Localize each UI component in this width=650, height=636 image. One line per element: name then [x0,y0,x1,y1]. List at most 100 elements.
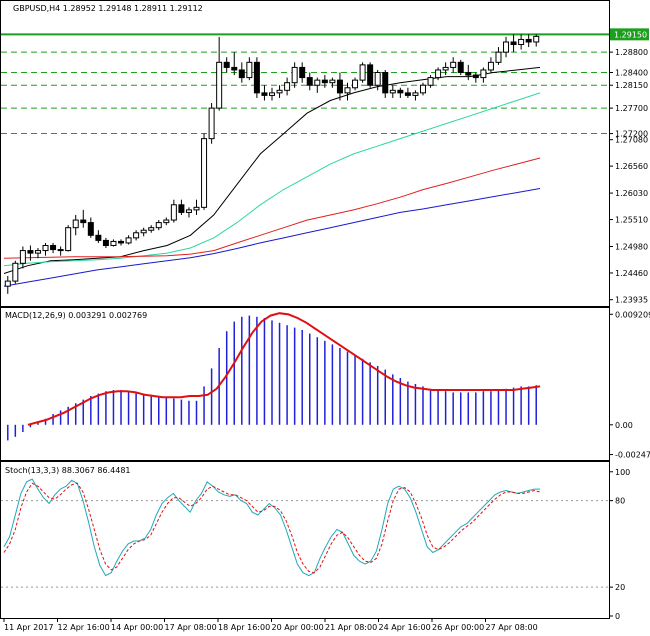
candle-body [208,107,215,140]
candle-body [57,249,64,252]
price-tick-label: 1.26560 [615,162,648,171]
price-tick-label: 1.28400 [615,69,648,78]
candle-body [306,77,313,86]
candle-body [185,209,192,213]
candle-body [525,38,532,43]
candle-body [374,72,381,86]
candle-body [299,66,306,79]
stoch-tick-label: 100 [615,468,630,477]
candle-body [533,35,540,43]
candle-body [133,232,140,239]
candle-body [472,74,479,79]
candle-body [246,61,253,79]
candle-body [34,250,41,254]
candle-body [389,89,396,94]
macd-tick-label: 0.00 [615,421,633,430]
candle-body [480,69,487,79]
candle-body [291,66,298,84]
candle-body [110,240,117,246]
candle-body [412,92,419,96]
candle-body [163,219,170,224]
stoch-tick-label: 20 [615,583,625,592]
candle-body [359,64,366,81]
stoch-panel-title: Stoch(13,3,3) 88.3067 86.4481 [5,466,131,475]
price-panel-title: GBPUSD,H4 1.28952 1.29148 1.28911 1.2911… [13,4,203,13]
macd-tick-label: -0.002479 [615,451,650,460]
candle-body [65,227,72,252]
price-tick-label: 1.24460 [615,269,648,278]
price-tick-label: 1.23935 [615,296,648,305]
time-tick-label: 27 Apr 08:00 [486,623,538,632]
price-tick-label: 1.25510 [615,216,648,225]
candle-body [457,61,464,74]
time-tick-label: 14 Apr 00:00 [111,623,163,632]
candle-body [170,204,177,221]
time-tick-label: 24 Apr 16:00 [379,623,431,632]
candle-body [72,219,79,229]
candle-body [495,51,502,63]
candle-body [80,219,87,224]
candle-body [465,72,472,76]
macd-panel-frame [0,307,610,461]
candle-body [450,61,457,68]
candle-body [155,222,162,229]
chart-canvas: 1.291501.288001.284001.281501.277001.272… [0,0,650,632]
candle-body [178,204,185,213]
time-tick-label: 17 Apr 08:00 [165,623,217,632]
candle-body [329,79,336,84]
candle-body [435,69,442,79]
time-tick-label: 26 Apr 00:00 [432,623,484,632]
candle-body [19,250,26,264]
price-tick-label: 1.24980 [615,243,648,252]
candle-body [314,79,321,86]
candle-body [27,250,34,254]
candle-body [427,77,434,86]
candle-body [42,244,49,252]
candle-body [336,79,343,94]
candle-body [102,239,109,246]
stoch-tick-label: 0 [615,612,620,621]
candle-body [269,92,275,96]
candle-body [238,69,245,79]
stoch-tick-label: 80 [615,497,625,506]
candle-body [140,229,147,234]
candle-body [344,87,351,94]
price-tick-label: 1.27080 [615,136,648,145]
macd-tick-label: 0.009209 [615,310,650,319]
candle-body [518,38,525,46]
candle-body [382,72,389,94]
candle-body [510,41,517,46]
current-price-label: 1.29150 [614,30,647,39]
candle-body [95,234,102,241]
macd-panel-title: MACD(12,26,9) 0.003291 0.002769 [5,311,147,320]
candle-body [50,244,57,251]
candle-body [352,79,359,89]
time-tick-label: 11 Apr 2017 [4,623,53,632]
time-tick-label: 18 Apr 16:00 [218,623,270,632]
candle-body [125,237,132,244]
candle-body [503,41,510,53]
price-tick-label: 1.26030 [615,189,648,198]
candle-body [4,280,11,287]
candle-body [118,240,125,244]
candle-body [12,262,19,282]
price-tick-label: 1.28150 [615,81,648,90]
price-tick-label: 1.27700 [615,104,648,113]
candle-body [419,84,426,94]
stoch-panel-frame [0,461,610,619]
candle-body [148,227,155,231]
price-panel-frame [0,0,610,307]
candle-body [193,206,200,211]
time-tick-label: 12 Apr 16:00 [58,623,110,632]
time-tick-label: 21 Apr 08:00 [325,623,377,632]
candle-body [201,138,208,208]
candle-body [261,92,268,96]
candle-body [223,61,230,68]
candle-body [276,89,283,94]
candle-body [231,66,238,71]
candle-body [284,82,291,91]
candle-body [216,61,223,109]
candle-body [253,61,260,94]
candle-body [321,79,328,84]
candle-body [367,64,374,86]
